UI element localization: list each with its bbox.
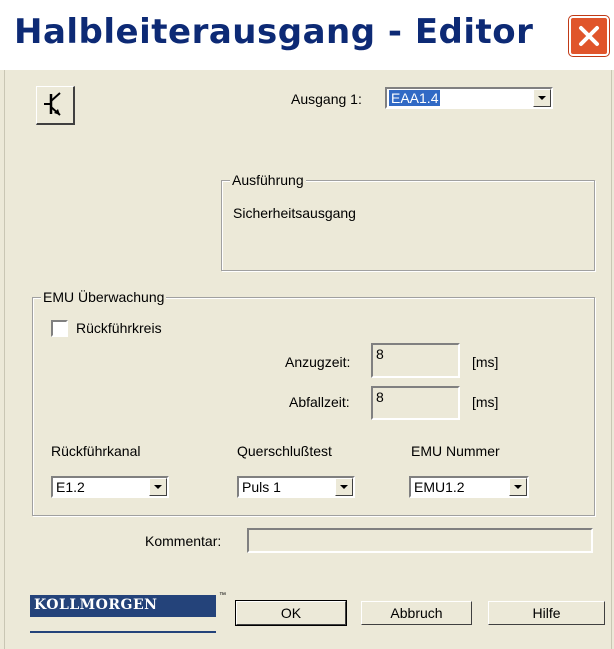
close-icon: [579, 26, 599, 46]
dropout-time-label: Abfallzeit:: [289, 394, 350, 410]
ok-button[interactable]: OK: [235, 600, 347, 626]
kollmorgen-logo: KOLLMORGEN: [30, 595, 216, 617]
comment-label: Kommentar:: [145, 533, 222, 549]
feedback-channel-label: Rückführkanal: [51, 443, 141, 459]
logo-text: KOLLMORGEN: [34, 597, 158, 613]
title-bar: Halbleiterausgang - Editor: [0, 0, 614, 70]
pickup-time-label: Anzugzeit:: [285, 354, 351, 370]
emu-legend: EMU Überwachung: [41, 289, 167, 305]
cross-test-value: Puls 1: [242, 479, 281, 495]
close-button[interactable]: [568, 15, 610, 57]
feedback-loop-checkbox[interactable]: [51, 320, 68, 337]
pickup-time-value: 8: [376, 346, 384, 362]
cross-test-label: Querschlußtest: [237, 443, 332, 459]
emu-number-value: EMU1.2: [414, 479, 465, 495]
pickup-time-unit: [ms]: [472, 354, 499, 370]
transistor-icon: [44, 92, 61, 116]
pickup-time-field[interactable]: 8: [371, 343, 460, 378]
comment-field[interactable]: [247, 528, 593, 553]
chevron-down-icon[interactable]: [149, 478, 167, 496]
emu-number-label: EMU Nummer: [411, 443, 500, 459]
emu-number-select[interactable]: EMU1.2: [409, 476, 529, 498]
chevron-down-icon[interactable]: [335, 478, 353, 496]
window-title: Halbleiterausgang - Editor: [14, 12, 534, 52]
dropout-time-value: 8: [376, 389, 384, 405]
chevron-down-icon[interactable]: [509, 478, 527, 496]
chevron-down-icon[interactable]: [533, 89, 551, 107]
feedback-channel-value: E1.2: [56, 479, 85, 495]
output-select[interactable]: EAA1.4: [385, 87, 553, 109]
output-label: Ausgang 1:: [291, 91, 362, 107]
transistor-icon-box: [36, 86, 75, 125]
dropout-time-field[interactable]: 8: [371, 386, 460, 420]
cancel-button[interactable]: Abbruch: [361, 601, 472, 625]
help-button[interactable]: Hilfe: [488, 601, 605, 625]
logo-underline: [30, 631, 216, 633]
feedback-loop-label: Rückführkreis: [76, 320, 162, 336]
execution-text: Sicherheitsausgang: [233, 205, 356, 221]
execution-group: Ausführung Sicherheitsausgang: [221, 172, 595, 271]
trademark: ™: [219, 592, 226, 599]
dropout-time-unit: [ms]: [472, 394, 499, 410]
cross-test-select[interactable]: Puls 1: [237, 476, 355, 498]
feedback-channel-select[interactable]: E1.2: [51, 476, 169, 498]
output-select-value: EAA1.4: [389, 90, 441, 106]
execution-legend: Ausführung: [230, 172, 306, 188]
